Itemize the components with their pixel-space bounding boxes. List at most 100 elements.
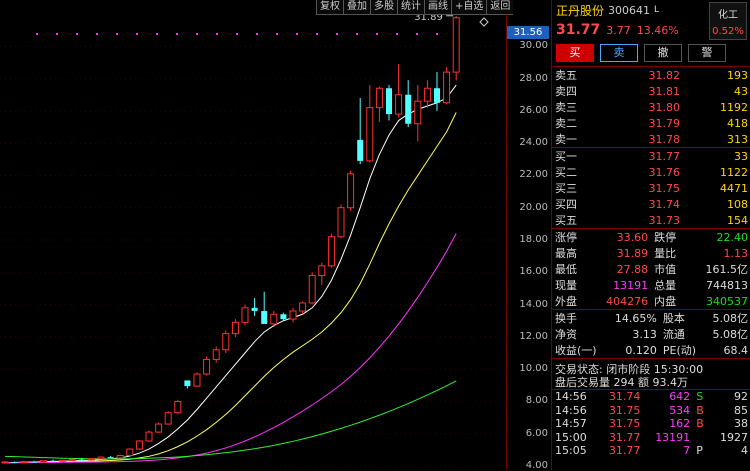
stat-label: 最低	[555, 263, 577, 276]
stat-row: 净资 3.13 流通 5.08亿	[552, 326, 750, 342]
level-price: 31.77	[648, 149, 681, 163]
ask-row[interactable]: 卖三 31.80 1192	[552, 99, 750, 115]
candle-body	[145, 431, 153, 442]
sector-badge[interactable]: 化工 0.52%	[709, 2, 747, 40]
level-volume: 418	[727, 116, 748, 130]
candle-body	[97, 456, 105, 460]
toolbar-button[interactable]: 统计	[397, 0, 424, 15]
stat-value: 5.08亿	[712, 328, 749, 341]
stat-label: 市值	[654, 263, 677, 276]
stat-value: 161.5亿	[705, 263, 749, 276]
tick-volume: 534	[669, 403, 691, 417]
tick-price: 31.77	[608, 430, 641, 444]
stat-row: 最低 27.88 市值 161.5亿	[552, 261, 750, 277]
candle-body	[386, 88, 392, 115]
ask-row[interactable]: 卖二 31.79 418	[552, 115, 750, 131]
candle-body	[280, 314, 287, 320]
tick-side: P	[696, 444, 703, 458]
bid-row[interactable]: 买五 31.73 154	[552, 212, 750, 229]
stat-row: 现量 13191 总量 744813	[552, 277, 750, 293]
tick-time: 15:05	[555, 444, 587, 458]
tick-count: 1927	[720, 430, 748, 444]
ask-row[interactable]: 卖四 31.81 43	[552, 83, 750, 99]
level-price: 31.81	[648, 84, 681, 98]
toolbar-button[interactable]: 叠加	[343, 0, 370, 15]
level-label: 卖二	[555, 117, 577, 130]
level-volume: 4471	[720, 181, 748, 195]
price-tick-label: 16.00	[519, 266, 548, 278]
candle-body	[30, 461, 37, 463]
order-buttons: 买 卖 撤 警	[552, 40, 750, 67]
candle-body	[289, 310, 297, 320]
level-volume: 1192	[720, 100, 748, 114]
candle-body	[193, 373, 201, 387]
ask-row[interactable]: 卖五 31.82 193	[552, 67, 750, 83]
bid-row[interactable]: 买三 31.75 4471	[552, 180, 750, 196]
sell-button[interactable]: 卖	[600, 44, 638, 62]
bid-row[interactable]: 买一 31.77 33	[552, 148, 750, 164]
toolbar-button[interactable]: 画线	[424, 0, 451, 15]
alert-button[interactable]: 警	[688, 44, 726, 62]
candle-body	[299, 302, 307, 312]
bid-row[interactable]: 买四 31.74 108	[552, 196, 750, 212]
cancel-button[interactable]: 撤	[644, 44, 682, 62]
stat-row: 换手 14.65% 股本 5.08亿	[552, 310, 750, 326]
price-tick-label: 28.00	[519, 72, 548, 84]
candle-body	[261, 311, 268, 324]
bid-row[interactable]: 买二 31.76 1122	[552, 164, 750, 180]
price-tick-label: 14.00	[519, 298, 548, 310]
candle-body	[155, 423, 163, 433]
candle-body	[241, 307, 249, 323]
stat-label: 换手	[555, 312, 577, 325]
price-tick-label: 26.00	[519, 104, 548, 116]
level-label: 买一	[555, 150, 577, 163]
diamond-icon[interactable]	[479, 17, 489, 27]
candle-body	[174, 400, 182, 414]
price-tick-label: 8.00	[525, 395, 548, 407]
candle-body	[212, 349, 220, 360]
tick-price: 31.75	[608, 417, 641, 431]
price-tick-label: 4.00	[525, 460, 548, 471]
candle-body	[107, 457, 114, 459]
tick-volume: 162	[669, 417, 691, 431]
tick-side: B	[696, 403, 704, 417]
stat-label: PE(动)	[662, 344, 697, 357]
level-price: 31.79	[648, 116, 681, 130]
stat-label: 现量	[555, 279, 577, 292]
buy-button[interactable]: 买	[556, 44, 594, 62]
stat-value: 404276	[606, 294, 649, 308]
candle-body	[405, 94, 412, 124]
level-volume: 43	[734, 84, 748, 98]
tick-table: 14:56 31.74 642 S 92 14:56 31.75 534 B 85 14:57 31.…	[552, 390, 750, 458]
tick-row: 15:05 31.77 7 P 4	[552, 444, 750, 458]
stock-flag: L	[654, 5, 660, 15]
candle-body	[126, 448, 134, 457]
candle-body	[357, 139, 364, 161]
stat-row: 外盘 404276 内盘 340537	[552, 293, 750, 310]
trade-status: 交易状态: 闭市阶段 15:30:00 盘后交易量 294 额 93.4万	[552, 359, 750, 390]
candle-body	[11, 461, 18, 463]
toolbar-button[interactable]: 返回	[486, 0, 514, 15]
candle-body	[337, 207, 345, 238]
limit-marker	[196, 33, 198, 35]
tick-time: 14:56	[555, 390, 587, 404]
ask-row[interactable]: 卖一 31.78 313	[552, 131, 750, 148]
limit-marker	[136, 33, 138, 35]
price-tick-label: 30.00	[519, 40, 548, 52]
toolbar-button[interactable]: 多股	[370, 0, 397, 15]
kline-chart[interactable]: 31.89	[0, 0, 506, 470]
toolbar-button[interactable]: 复权	[316, 0, 343, 15]
limit-marker	[296, 33, 298, 35]
stat-value: 0.120	[625, 343, 657, 357]
after-hours-line: 盘后交易量 294 额 93.4万	[555, 376, 688, 389]
sector-pct: 0.52%	[712, 26, 744, 37]
candle-body	[414, 100, 422, 125]
stock-name[interactable]: 正丹股份	[556, 2, 604, 19]
candle-body	[347, 173, 355, 209]
limit-marker	[256, 33, 258, 35]
limit-marker	[376, 33, 378, 35]
tick-time: 15:00	[555, 430, 587, 444]
level-label: 买三	[555, 182, 577, 195]
candle-body	[78, 459, 85, 461]
toolbar-button[interactable]: +自选	[451, 0, 487, 15]
